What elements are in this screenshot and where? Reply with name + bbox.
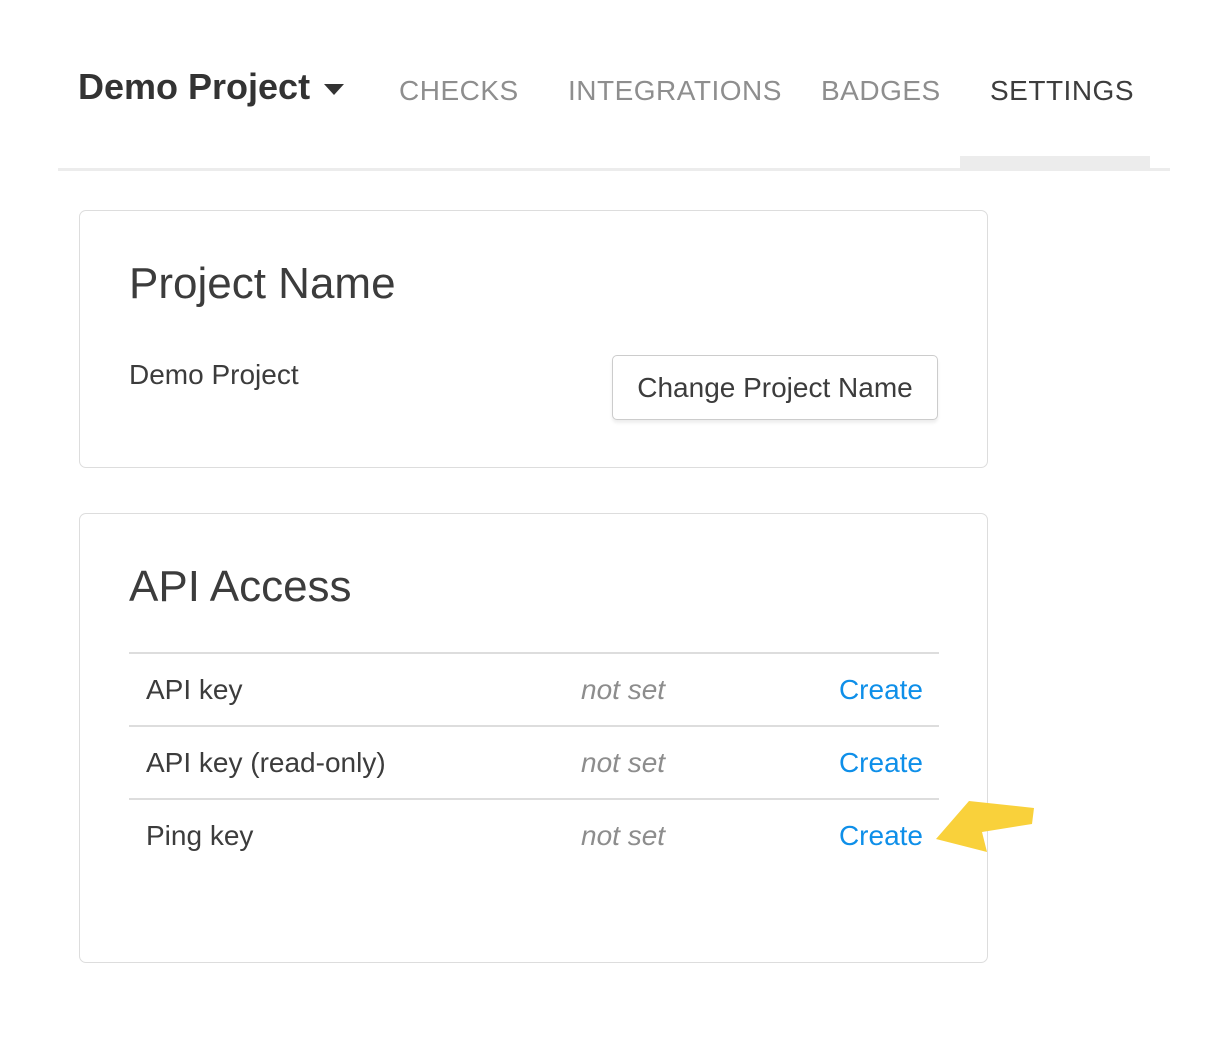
ping-key-label: Ping key: [129, 820, 581, 852]
project-selector-dropdown[interactable]: Demo Project: [78, 66, 344, 108]
table-row-api-key: API key not set Create: [129, 652, 939, 725]
api-keys-table: API key not set Create API key (read-onl…: [129, 652, 939, 871]
table-row-ping-key: Ping key not set Create: [129, 798, 939, 871]
project-name-card: Project Name Demo Project Change Project…: [79, 210, 988, 468]
tab-checks[interactable]: CHECKS: [399, 74, 519, 108]
ping-key-value: not set: [581, 820, 749, 852]
settings-page: Demo Project CHECKS INTEGRATIONS BADGES …: [0, 0, 1220, 1059]
change-project-name-button[interactable]: Change Project Name: [612, 355, 938, 420]
table-row-api-key-readonly: API key (read-only) not set Create: [129, 725, 939, 798]
api-key-readonly-value: not set: [581, 747, 749, 779]
current-project-name: Demo Project: [129, 357, 299, 393]
create-api-key-readonly-link[interactable]: Create: [839, 747, 923, 778]
api-key-value: not set: [581, 674, 749, 706]
nav-divider: [58, 168, 1170, 171]
tab-integrations[interactable]: INTEGRATIONS: [568, 74, 782, 108]
tab-settings[interactable]: SETTINGS: [990, 74, 1134, 108]
chevron-down-icon: [324, 84, 344, 95]
tab-badges[interactable]: BADGES: [821, 74, 941, 108]
api-key-label: API key: [129, 674, 581, 706]
api-access-card-title: API Access: [129, 562, 352, 612]
create-ping-key-link[interactable]: Create: [839, 820, 923, 851]
create-api-key-link[interactable]: Create: [839, 674, 923, 705]
api-access-card: API Access API key not set Create API ke…: [79, 513, 988, 963]
api-key-readonly-label: API key (read-only): [129, 747, 581, 779]
project-name-card-title: Project Name: [129, 259, 396, 309]
project-selector-label: Demo Project: [78, 66, 310, 107]
